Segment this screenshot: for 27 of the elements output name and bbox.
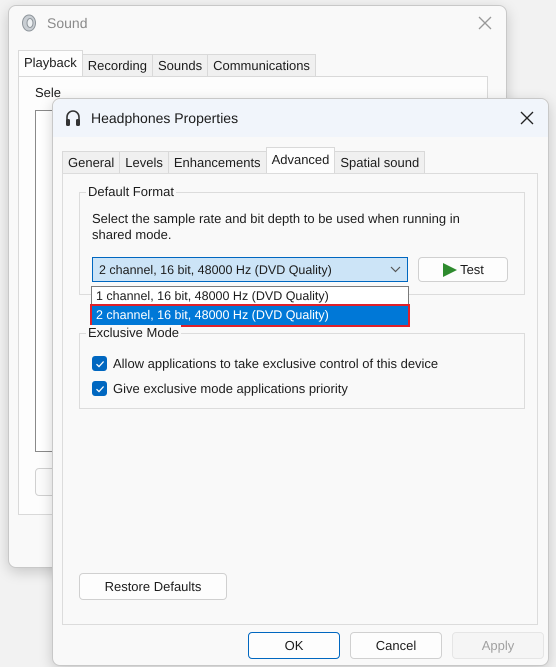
- dialog-button[interactable]: OK: [248, 632, 340, 658]
- tab[interactable]: Levels: [119, 151, 169, 173]
- dropdown-option[interactable]: 1 channel, 16 bit, 48000 Hz (DVD Quality): [92, 287, 408, 306]
- tab[interactable]: Spatial sound: [334, 151, 426, 173]
- restore-defaults-button[interactable]: Restore Defaults: [79, 573, 227, 600]
- group-heading: Exclusive Mode: [86, 325, 182, 340]
- format-dropdown[interactable]: 2 channel, 16 bit, 48000 Hz (DVD Quality): [92, 257, 408, 282]
- description-text: Select the sample rate and bit depth to be used when running in shared mode.: [92, 211, 460, 243]
- checkbox-option[interactable]: Give exclusive mode applications priority: [92, 381, 512, 396]
- window-title: Sound: [47, 15, 88, 31]
- checkbox[interactable]: [92, 356, 107, 371]
- window-title: Headphones Properties: [91, 110, 240, 126]
- close-icon[interactable]: [520, 111, 534, 125]
- checkbox[interactable]: [92, 381, 107, 396]
- group-heading: Default Format: [86, 184, 176, 199]
- tab[interactable]: Advanced: [266, 147, 336, 173]
- instruction-text: Sele: [35, 85, 62, 100]
- tab[interactable]: General: [62, 151, 120, 173]
- dialog-button[interactable]: Cancel: [350, 632, 442, 658]
- chevron-icon: [390, 266, 401, 273]
- dropdown-option[interactable]: 2 channel, 16 bit, 48000 Hz (DVD Quality): [92, 306, 408, 325]
- test-button[interactable]: Test: [418, 257, 508, 282]
- speaker-icon: [21, 14, 37, 32]
- headphones-icon: [65, 109, 81, 127]
- checkbox-option[interactable]: Allow applications to take exclusive control of this device: [92, 356, 512, 371]
- tab[interactable]: Enhancements: [168, 151, 267, 173]
- play-icon: [442, 262, 458, 278]
